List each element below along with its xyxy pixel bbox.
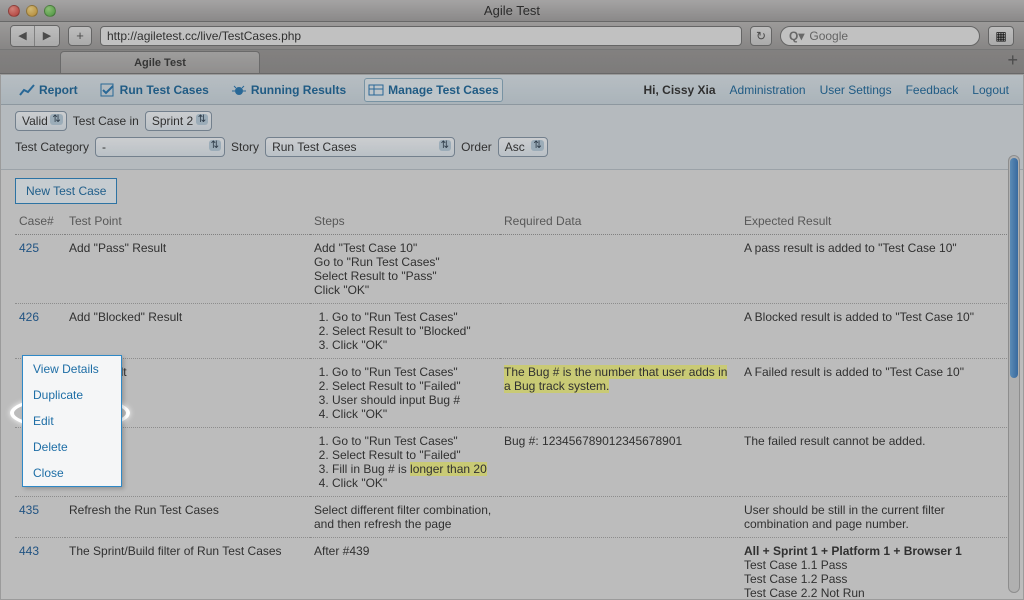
steps-cell: Go to "Run Test Cases"Select Result to "… [310,359,500,428]
label-order: Order [461,140,492,154]
app-nav: Report Run Test Cases Running Results Ma… [1,75,1023,105]
col-case: Case# [15,208,65,235]
expected-result: The failed result cannot be added. [740,428,1009,497]
col-required-data: Required Data [500,208,740,235]
steps-cell: Select different filter combination, and… [310,497,500,538]
nav-report[interactable]: Report [15,78,82,102]
link-administration[interactable]: Administration [730,83,806,97]
order-select[interactable]: Asc [498,137,548,157]
case-link[interactable]: 443 [19,544,39,558]
sprint-select[interactable]: Sprint 2 [145,111,212,131]
steps-cell: Go to "Run Test Cases"Select Result to "… [310,304,500,359]
required-data: The Bug # is the number that user adds i… [500,359,740,428]
search-input[interactable] [809,29,971,43]
link-feedback[interactable]: Feedback [906,83,959,97]
window-title: Agile Test [0,3,1024,18]
new-tab-button[interactable]: + [1007,50,1018,73]
test-point: The Sprint/Build filter of Run Test Case… [65,538,310,600]
label-test-category: Test Category [15,140,89,154]
case-link[interactable]: 435 [19,503,39,517]
minimize-window-icon[interactable] [26,5,38,17]
ctx-view-details[interactable]: View Details [23,356,121,382]
link-logout[interactable]: Logout [972,83,1009,97]
browser-tab[interactable]: Agile Test [60,51,260,73]
bug-icon [231,83,247,97]
search-icon: Q▾ [789,29,804,43]
category-select[interactable]: - [95,137,225,157]
vertical-scrollbar[interactable] [1008,155,1020,593]
traffic-lights [8,5,56,17]
nav-running-results[interactable]: Running Results [227,78,350,102]
steps-cell: Go to "Run Test Cases"Select Result to "… [310,428,500,497]
bookmark-add-button[interactable]: + [68,26,92,46]
checklist-icon [100,83,116,97]
steps-cell: After #439 [310,538,500,600]
expected-result: All + Sprint 1 + Platform 1 + Browser 1T… [740,538,1009,600]
required-data: Bug #: 123456789012345678901 [500,428,740,497]
required-data [500,538,740,600]
back-button[interactable]: ◀ [11,26,35,46]
label-story: Story [231,140,259,154]
case-link[interactable]: 425 [19,241,39,255]
case-link[interactable]: 426 [19,310,39,324]
steps-cell: Add "Test Case 10"Go to "Run Test Cases"… [310,235,500,304]
table-row[interactable]: led" ResultGo to "Run Test Cases"Select … [15,359,1009,428]
nav-label: Running Results [251,83,346,97]
tab-strip: Agile Test + [0,50,1024,74]
table-row[interactable]: gth of bugGo to "Run Test Cases"Select R… [15,428,1009,497]
test-point: Refresh the Run Test Cases [65,497,310,538]
test-point: Add "Blocked" Result [65,304,310,359]
scroll-thumb[interactable] [1010,158,1018,378]
browser-toolbar: ◀ ▶ + http://agiletest.cc/live/TestCases… [0,22,1024,50]
status-select[interactable]: Valid [15,111,67,131]
zoom-window-icon[interactable] [44,5,56,17]
link-user-settings[interactable]: User Settings [820,83,892,97]
ctx-edit[interactable]: Edit [23,408,121,434]
story-select[interactable]: Run Test Cases [265,137,455,157]
required-data [500,304,740,359]
ctx-duplicate[interactable]: Duplicate [23,382,121,408]
url-text: http://agiletest.cc/live/TestCases.php [107,29,301,43]
url-bar[interactable]: http://agiletest.cc/live/TestCases.php [100,26,742,46]
required-data [500,497,740,538]
table-row[interactable]: 435 Refresh the Run Test CasesSelect diff… [15,497,1009,538]
col-expected-result: Expected Result [740,208,1009,235]
col-test-point: Test Point [65,208,310,235]
table-row[interactable]: 443 The Sprint/Build filter of Run Test C… [15,538,1009,600]
table-row[interactable]: 425 Add "Pass" ResultAdd "Test Case 10"Go… [15,235,1009,304]
label-test-case-in: Test Case in [73,114,139,128]
window-titlebar: Agile Test [0,0,1024,22]
nav-label: Report [39,83,78,97]
nav-label: Manage Test Cases [388,83,499,97]
nav-buttons: ◀ ▶ [10,25,60,47]
page-icon: ▦ [995,29,1006,43]
expected-result: User should be still in the current filt… [740,497,1009,538]
greeting: Hi, Cissy Xia [643,83,715,97]
search-box[interactable]: Q▾ [780,26,980,46]
close-window-icon[interactable] [8,5,20,17]
expected-result: A pass result is added to "Test Case 10" [740,235,1009,304]
forward-button[interactable]: ▶ [35,26,59,46]
new-test-case-button[interactable]: New Test Case [15,178,117,204]
page-actions-button[interactable]: ▦ [988,26,1014,46]
manage-icon [368,83,384,97]
tab-label: Agile Test [134,57,186,69]
page-content: Report Run Test Cases Running Results Ma… [0,74,1024,600]
table-row[interactable]: 426 Add "Blocked" ResultGo to "Run Test C… [15,304,1009,359]
ctx-close[interactable]: Close [23,460,121,486]
nav-label: Run Test Cases [120,83,209,97]
ctx-delete[interactable]: Delete [23,434,121,460]
context-menu: View Details Duplicate Edit Delete Close [22,355,122,487]
expected-result: A Failed result is added to "Test Case 1… [740,359,1009,428]
nav-manage-test-cases[interactable]: Manage Test Cases [364,78,503,102]
report-icon [19,83,35,97]
filter-bar: Valid Test Case in Sprint 2 Test Categor… [1,105,1023,170]
test-cases-table: Case# Test Point Steps Required Data Exp… [15,208,1009,600]
reload-button[interactable]: ↻ [750,26,772,46]
col-steps: Steps [310,208,500,235]
required-data [500,235,740,304]
nav-run-test-cases[interactable]: Run Test Cases [96,78,213,102]
test-point: Add "Pass" Result [65,235,310,304]
expected-result: A Blocked result is added to "Test Case … [740,304,1009,359]
